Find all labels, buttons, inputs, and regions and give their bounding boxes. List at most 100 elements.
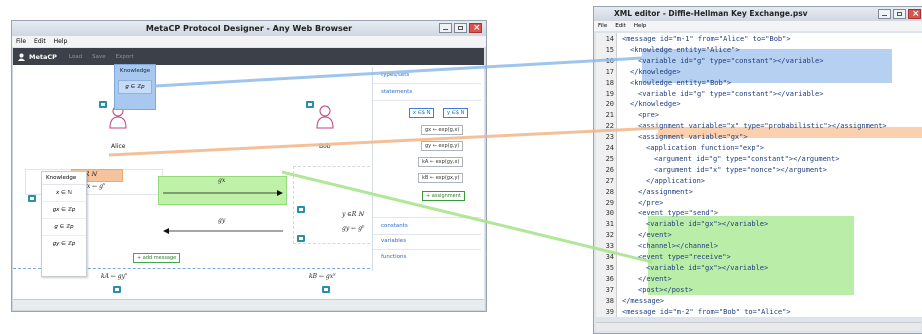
random-y-button[interactable]: y ∈$ N [443,108,469,118]
menu-edit[interactable]: Edit [34,36,46,47]
code-line[interactable]: </event> [638,275,672,283]
code-line[interactable]: <assignment variable="x" type="probabili… [638,122,887,130]
bob-exp-text: gy ← gy [342,223,365,232]
minimize-icon[interactable] [439,23,452,33]
menu-help[interactable]: Help [634,21,647,31]
code-line[interactable]: <variable id="g" type="constant"></varia… [638,57,823,65]
line-number: 31 [605,220,614,229]
exp-ka-button[interactable]: kA ← exp(gy,x) [418,157,464,167]
knowledge-popup-item[interactable]: g ∈ ℤp [118,80,152,94]
close-icon[interactable] [908,7,921,21]
code-line[interactable]: <message id="m-1" from="Alice" to="Bob"> [622,35,791,43]
line-number: 21 [605,111,614,120]
export-button[interactable]: Export [116,54,134,60]
bob-label: Bob [319,143,331,150]
alice-key-icon[interactable] [113,286,121,293]
window-title: MetaCP Protocol Designer - Any Web Brows… [145,24,353,33]
bob-person-icon[interactable] [316,105,334,129]
line-number: 38 [605,296,614,305]
bob-pre-block[interactable] [293,166,375,244]
bob-edit-icon-2[interactable] [297,235,305,242]
load-button[interactable]: Load [69,54,82,60]
alice-label: Alice [111,143,126,150]
line-number: 25 [605,154,614,163]
code-line[interactable]: <variable id="g" type="constant"></varia… [638,90,823,98]
exp-gy-button[interactable]: gy ← exp(g,y) [421,141,464,151]
code-line[interactable]: </pre> [638,199,663,207]
line-number-gutter: 14 15 16 17 18 19 20 21 22 23 24 25 26 27 28 29 30 31 32 33… [596,33,617,317]
code-line[interactable]: <variable id="gx"></variable> [646,264,768,272]
line-number: 14 [605,35,614,43]
knowledge-list-item[interactable]: x ∈ ℕ [42,185,86,202]
code-line[interactable]: <knowledge entity="Bob"> [630,79,731,87]
code-line[interactable]: <post></post> [638,286,693,294]
minimize-icon[interactable] [878,9,891,19]
line-number: 37 [605,285,614,294]
knowledge-list-header: Knowledge [42,172,86,185]
bob-key-icon[interactable] [322,286,330,293]
code-line[interactable]: <channel></channel> [638,242,718,250]
knowledge-popup-alice[interactable]: Knowledge g ∈ ℤp [114,64,156,110]
save-button[interactable]: Save [92,54,106,60]
add-message-button[interactable]: + add message [133,253,181,263]
code-line[interactable]: <application function="exp"> [646,144,764,152]
knowledge-popup-header: Knowledge [119,68,151,74]
line-number: 36 [605,274,614,283]
message-1-label: gx [218,177,226,184]
code-line[interactable]: <argument id="x" type="nonce"></argument… [654,166,827,174]
code-line[interactable]: <message id="m-2" from="Bob" to="Alice"> [622,308,791,316]
menu-file[interactable]: File [16,36,26,47]
code-line[interactable]: <pre> [638,111,659,119]
line-number: 18 [605,78,614,87]
code-line[interactable]: <event type="send"> [638,209,718,217]
knowledge-list-item[interactable]: g ∈ ℤp [42,219,86,236]
code-line[interactable]: <event type="receive"> [638,253,731,261]
user-icon [18,53,25,61]
maximize-icon[interactable] [454,23,467,33]
exp-gx-button[interactable]: gx ← exp(g,x) [421,125,464,135]
code-line[interactable]: </event> [638,231,672,239]
exp-kb-button[interactable]: kB ← exp(gx,y) [418,173,464,183]
line-number: 24 [605,144,614,152]
code-line[interactable]: <knowledge entity="Alice"> [630,46,740,54]
code-line[interactable]: </knowledge> [630,100,681,108]
window-titlebar: MetaCP Protocol Designer - Any Web Brows… [12,21,486,36]
line-number: 27 [605,176,614,185]
brand: MetaCP [18,53,57,61]
bob-edit-icon-1[interactable] [297,206,305,213]
random-x-button[interactable]: x ∈$ N [409,108,435,118]
functions-section[interactable]: functions [373,249,481,265]
statements-section[interactable]: statements [373,84,481,101]
code-line[interactable]: </message> [622,297,664,305]
xml-code-editor[interactable]: 14 15 16 17 18 19 20 21 22 23 24 25 26 27 28 29 30 31 32 33… [596,33,922,317]
menu-help[interactable]: Help [54,36,68,47]
line-number: 30 [605,209,614,218]
code-line[interactable]: <variable id="gx"></variable> [646,220,768,228]
line-number: 35 [605,263,614,272]
horizontal-scrollbar[interactable] [596,322,921,331]
bob-key-text: kB ← gxy [309,271,336,280]
line-number: 39 [605,307,614,316]
maximize-icon[interactable] [893,9,906,19]
code-line[interactable]: </knowledge> [630,68,681,76]
bob-knowledge-icon[interactable] [306,101,314,108]
code-line[interactable]: </application> [646,177,705,185]
protocol-designer-window: MetaCP Protocol Designer - Any Web Brows… [11,20,487,312]
knowledge-list-item[interactable]: gx ∈ ℤp [42,202,86,219]
types-sets-section[interactable]: types/sets [373,67,481,84]
line-number: 34 [605,253,614,261]
alice-key-text: kA ← gyx [101,271,128,280]
knowledge-list-item[interactable]: gy ∈ ℤp [42,236,86,252]
menu-edit[interactable]: Edit [615,21,626,31]
variables-section[interactable]: variables [373,233,481,250]
xml-window-titlebar: XML editor - Diffie-Hellman Key Exchange… [594,7,922,21]
menu-file[interactable]: File [598,21,607,31]
alice-edit-icon[interactable] [28,195,36,202]
knowledge-list-popup[interactable]: Knowledge x ∈ ℕ gx ∈ ℤp g ∈ ℤp gy ∈ ℤp [41,171,87,277]
code-line[interactable]: <argument id="g" type="constant"></argum… [654,155,839,163]
code-line[interactable]: </assignment> [638,188,693,196]
close-icon[interactable] [469,21,482,36]
alice-knowledge-icon[interactable] [99,101,107,108]
add-assignment-button[interactable]: + assignment [422,191,465,201]
code-line[interactable]: <assignment variable="gx"> [638,133,748,141]
